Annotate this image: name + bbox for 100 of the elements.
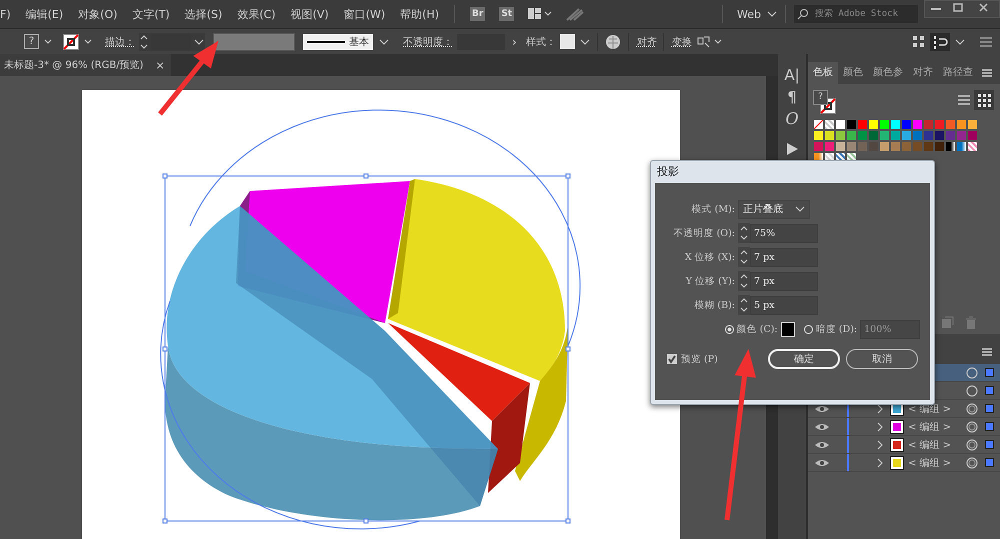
grid-icon[interactable] [912,34,926,48]
chevron-icon[interactable] [795,205,805,213]
menu-item[interactable]: 窗口(W) [336,6,392,22]
color-swatch[interactable] [890,141,901,152]
eye-icon[interactable] [814,422,830,432]
panel-tab[interactable]: 颜色参 [868,62,908,84]
panel-icon-button[interactable]: A| [784,64,800,86]
color-swatch[interactable] [890,119,901,130]
gpu-icon[interactable] [565,6,586,22]
color-swatch[interactable] [868,119,879,130]
color-swatch[interactable] [923,130,934,141]
target-icon[interactable] [966,402,978,414]
color-swatch[interactable] [879,119,890,130]
radio-button[interactable] [725,324,734,334]
color-swatch[interactable] [912,130,923,141]
chevron-icon[interactable] [43,36,53,46]
color-swatch[interactable] [967,141,978,152]
target-icon[interactable] [966,456,978,468]
menu-item[interactable]: F) [0,8,18,20]
eye-icon[interactable] [814,458,830,468]
spinner-icon[interactable] [139,32,149,50]
color-swatch[interactable] [934,141,945,152]
color-swatch[interactable] [835,119,846,130]
color-swatch[interactable] [934,119,945,130]
chevron-icon[interactable] [83,36,93,46]
color-swatch[interactable] [923,141,934,152]
opacity-more-button[interactable]: › [509,34,520,48]
color-swatch[interactable] [824,130,835,141]
color-swatch[interactable] [956,119,967,130]
color-swatch[interactable] [813,119,824,130]
play-icon[interactable] [785,142,799,156]
stroke-weight-field[interactable] [139,32,205,50]
workspace-switcher[interactable]: Web [731,8,767,20]
color-swatch[interactable] [923,119,934,130]
color-swatch[interactable] [835,141,846,152]
spinner-icon[interactable] [738,295,750,315]
menu-item[interactable]: 对象(O) [70,6,124,22]
grid-view-icon[interactable] [974,90,994,110]
chevron-icon[interactable] [193,36,205,46]
input-field[interactable]: 5 px [750,296,818,314]
menu-item[interactable]: 编辑(E) [18,6,70,22]
chevron-icon[interactable] [767,10,777,18]
selection-box[interactable] [160,110,580,530]
document-tab[interactable]: 未标题-3* @ 96% (RGB/预览) × [0,54,171,76]
layer-row[interactable]: < 编组 > [808,418,1000,436]
color-swatch[interactable] [945,119,956,130]
transform-link[interactable]: 变换 [672,34,692,48]
isolate-icon[interactable] [696,34,724,48]
target-icon[interactable] [966,420,978,432]
chevron-icon[interactable] [954,36,966,46]
chevron-icon[interactable] [377,36,391,46]
panel-tab[interactable]: 对齐 [908,62,938,84]
input-field[interactable]: 75% [750,224,818,242]
spinner-icon[interactable] [738,247,750,267]
chevron-icon[interactable] [578,36,591,46]
color-swatch[interactable] [879,141,890,152]
color-swatch[interactable] [912,141,923,152]
globe-icon[interactable] [604,32,622,50]
color-swatch[interactable] [857,141,868,152]
color-swatch[interactable] [835,130,846,141]
checkbox[interactable] [667,354,677,364]
color-swatch[interactable] [846,130,857,141]
panel-tab[interactable]: 色板 [808,62,838,84]
align-link[interactable]: 对齐 [636,34,657,48]
color-swatch[interactable] [912,119,923,130]
color-swatch[interactable] [967,119,978,130]
target-icon[interactable] [966,366,978,378]
menu-item[interactable]: 效果(C) [229,6,283,22]
color-swatch[interactable] [857,130,868,141]
panel-tab[interactable]: 颜色 [838,62,868,84]
input-field[interactable]: 7 px [750,272,818,290]
arrange-icon[interactable] [930,32,950,50]
menu-item[interactable]: 视图(V) [282,6,336,22]
app-button[interactable]: St [499,7,514,21]
target-icon[interactable] [966,438,978,450]
color-swatch[interactable] [901,119,912,130]
color-swatch[interactable] [868,141,879,152]
menu-item[interactable]: 帮助(H) [392,6,446,22]
panel-icon-button[interactable]: ¶ [787,86,797,108]
menu-item[interactable]: 选择(S) [176,6,230,22]
color-swatch[interactable] [934,130,945,141]
stroke-swatch[interactable] [63,34,79,50]
spinner-icon[interactable] [738,223,750,243]
target-icon[interactable] [966,384,978,396]
panel-menu-icon[interactable] [980,347,994,357]
mode-dropdown[interactable]: 正片叠底 [738,200,810,218]
stroke-style-dropdown[interactable]: 基本 [303,34,373,50]
panel-icon-button[interactable]: O [785,108,799,130]
color-swatch[interactable] [846,119,857,130]
menu-item[interactable]: 文字(T) [124,6,177,22]
style-swatch[interactable] [560,34,575,49]
new-swatch-icon[interactable] [940,316,954,330]
color-swatch[interactable] [945,130,956,141]
layer-row[interactable]: < 编组 > [808,454,1000,472]
app-button[interactable]: Br [470,7,486,21]
color-swatch[interactable] [857,119,868,130]
color-swatch[interactable] [846,141,857,152]
color-swatch[interactable] [813,130,824,141]
color-swatch[interactable] [901,130,912,141]
input-field[interactable]: 7 px [750,248,818,266]
